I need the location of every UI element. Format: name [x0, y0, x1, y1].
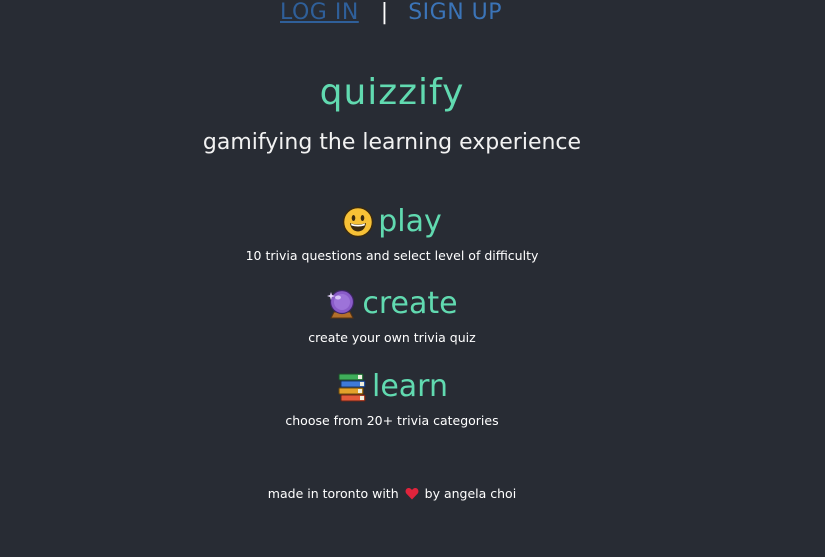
nav-separator: |: [380, 0, 389, 25]
grinning-face-icon: [342, 206, 374, 237]
feature-play-description: 10 trivia questions and select level of …: [245, 247, 539, 263]
feature-play-link[interactable]: play: [342, 204, 442, 239]
heart-icon: [405, 487, 419, 500]
footer-prefix: made in toronto with: [267, 486, 399, 501]
top-nav-links: LOG IN | SIGN UP: [280, 1, 502, 25]
footer: made in toronto with by angela choi: [0, 486, 784, 501]
feature-create-title: create: [362, 286, 458, 321]
books-icon: [338, 373, 366, 401]
feature-learn: learn choose from 20+ trivia categories: [0, 369, 784, 428]
feature-create-description: create your own trivia quiz: [308, 329, 476, 345]
feature-create: create create your own trivia quiz: [0, 286, 784, 345]
feature-create-link[interactable]: create: [326, 286, 458, 321]
signup-link[interactable]: SIGN UP: [408, 0, 502, 25]
feature-play-title: play: [378, 204, 442, 239]
feature-learn-title: learn: [372, 369, 448, 404]
feature-learn-description: choose from 20+ trivia categories: [285, 412, 499, 428]
login-link[interactable]: LOG IN: [280, 0, 359, 25]
top-nav: LOG IN | SIGN UP: [0, 0, 825, 30]
feature-play: play 10 trivia questions and select leve…: [0, 204, 784, 263]
feature-learn-link[interactable]: learn: [336, 369, 448, 404]
crystal-ball-icon: [327, 289, 355, 318]
app-title: quizzify: [319, 72, 465, 113]
footer-suffix: by angela choi: [424, 486, 517, 501]
tagline: gamifying the learning experience: [202, 130, 582, 155]
